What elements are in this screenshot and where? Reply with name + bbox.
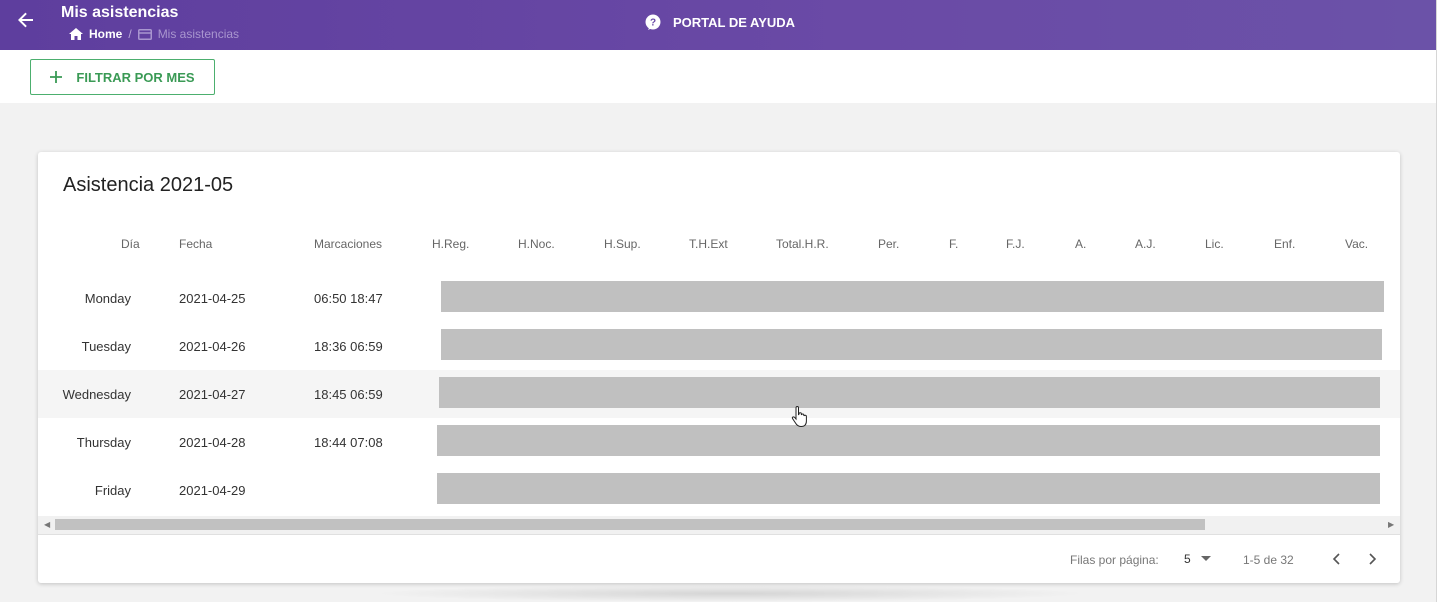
column-header: Per. — [878, 237, 900, 251]
date-cell: 2021-04-25 — [179, 291, 246, 306]
day-cell: Wednesday — [62, 387, 131, 402]
day-cell: Thursday — [76, 435, 131, 450]
breadcrumb: Home / Mis asistencias — [69, 27, 239, 41]
marks-cell: 06:50 18:47 — [314, 291, 383, 306]
home-icon — [69, 28, 83, 40]
breadcrumb-home-label: Home — [89, 27, 123, 41]
redacted-block — [437, 425, 1380, 456]
redacted-block — [441, 281, 1384, 312]
column-header: Marcaciones — [314, 237, 383, 251]
column-header: Lic. — [1205, 237, 1224, 251]
card-title: Asistencia 2021-05 — [63, 174, 234, 196]
date-cell: 2021-04-29 — [179, 483, 246, 498]
column-header: F. — [949, 237, 959, 251]
prev-page-icon[interactable] — [1328, 550, 1346, 568]
scroll-left-icon[interactable]: ◀ — [44, 520, 50, 529]
app-header: Mis asistencias Home / Mis asistencias ?… — [0, 0, 1436, 50]
column-header: H.Reg. — [432, 237, 470, 251]
marks-cell: 18:44 07:08 — [314, 435, 383, 450]
svg-text:?: ? — [650, 18, 656, 29]
day-cell: Friday — [94, 483, 131, 498]
rows-per-page-value: 5 — [1184, 552, 1191, 566]
column-header: Total.H.R. — [776, 237, 829, 251]
breadcrumb-current: Mis asistencias — [137, 27, 240, 41]
table-row[interactable]: Monday 2021-04-25 06:50 18:47 — [38, 274, 1400, 323]
pagination-footer: Filas por página: 5 1-5 de 32 — [38, 534, 1400, 583]
breadcrumb-home[interactable]: Home — [69, 27, 122, 41]
marks-cell: 18:36 06:59 — [314, 339, 383, 354]
redacted-block — [437, 473, 1380, 504]
help-portal-label: PORTAL DE AYUDA — [673, 14, 796, 30]
attendance-card: Asistencia 2021-05 Día Fecha Marcaciones… — [38, 152, 1400, 583]
column-header: H.Sup. — [604, 237, 641, 251]
plus-icon — [50, 71, 63, 83]
breadcrumb-separator: / — [128, 27, 132, 41]
card-icon — [137, 28, 152, 40]
hand-pointer-cursor-icon — [791, 406, 807, 428]
redacted-block — [439, 377, 1380, 408]
marks-cell: 18:45 06:59 — [314, 387, 383, 402]
filter-bar: FILTRAR POR MES — [0, 50, 1436, 103]
help-icon: ? — [645, 14, 661, 30]
table-row[interactable]: Tuesday 2021-04-26 18:36 06:59 — [38, 322, 1400, 371]
back-arrow-icon[interactable] — [14, 8, 38, 32]
table-header: Día Fecha Marcaciones H.Reg. H.Noc. H.Su… — [38, 232, 1400, 275]
redacted-block — [441, 329, 1382, 360]
column-header: T.H.Ext — [689, 237, 728, 251]
column-header: A.J. — [1135, 237, 1156, 251]
table-row[interactable]: Thursday 2021-04-28 18:44 07:08 — [38, 418, 1400, 467]
horizontal-scrollbar[interactable]: ◀ ▶ — [38, 516, 1400, 534]
column-header: Enf. — [1274, 237, 1296, 251]
caret-down-icon — [1200, 556, 1211, 561]
date-cell: 2021-04-28 — [179, 435, 246, 450]
column-header: Día — [121, 237, 140, 251]
column-header: Fecha — [179, 237, 213, 251]
window-edge — [1436, 0, 1440, 602]
next-page-icon[interactable] — [1363, 550, 1381, 568]
rows-per-page-select[interactable]: 5 — [1184, 552, 1211, 566]
scroll-right-icon[interactable]: ▶ — [1388, 520, 1394, 529]
page-title: Mis asistencias — [61, 4, 179, 21]
rows-per-page-label: Filas por página: — [1070, 553, 1159, 567]
date-cell: 2021-04-27 — [179, 387, 246, 402]
table-row[interactable]: Wednesday 2021-04-27 18:45 06:59 — [38, 370, 1400, 419]
column-header: Vac. — [1345, 237, 1369, 251]
bottom-shadow — [370, 585, 1090, 602]
column-header: A. — [1075, 237, 1087, 251]
breadcrumb-current-label: Mis asistencias — [157, 27, 240, 41]
help-portal-link[interactable]: ? PORTAL DE AYUDA — [645, 14, 795, 30]
date-cell: 2021-04-26 — [179, 339, 246, 354]
filter-by-month-button[interactable]: FILTRAR POR MES — [30, 59, 215, 95]
day-cell: Monday — [84, 291, 131, 306]
scrollbar-thumb[interactable] — [55, 519, 1205, 530]
page-range: 1-5 de 32 — [1243, 553, 1294, 567]
day-cell: Tuesday — [81, 339, 131, 354]
column-header: F.J. — [1006, 237, 1025, 251]
table-row[interactable]: Friday 2021-04-29 — [38, 466, 1400, 514]
column-header: H.Noc. — [518, 237, 555, 251]
filter-by-month-label: FILTRAR POR MES — [76, 69, 195, 85]
